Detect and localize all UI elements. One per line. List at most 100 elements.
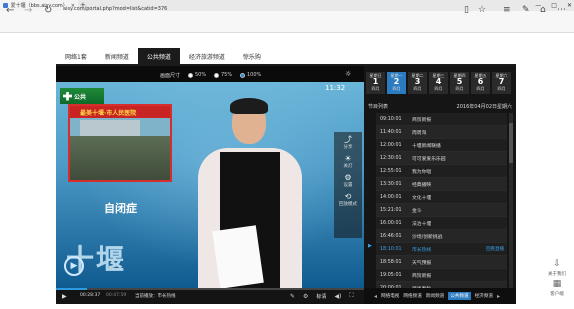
play-overlay-icon[interactable]: ▶ [64,256,84,276]
settings-label: 设置 [343,183,353,188]
program-row[interactable]: 12:30:01 可可爱爱乐乐园 [376,152,507,165]
size-option-100[interactable]: 100% [240,72,261,78]
program-row[interactable]: 12:55:01 我为你唱 [376,165,507,178]
size-100-label: 100% [247,72,262,78]
size-option-75[interactable]: 75% [214,72,232,78]
day-tab[interactable]: 星期三 4 四月 [429,72,448,94]
share-browser-icon[interactable]: ⌂ [540,5,546,15]
program-title: 商贸新报 [412,273,432,279]
program-row[interactable]: 19:05:01 商贸新报 [376,269,507,282]
program-row[interactable]: 18:58:01 天气预报 [376,256,507,269]
back-arrow-icon[interactable]: ← [6,5,14,16]
program-row[interactable]: 15:21:01 金斗 [376,204,507,217]
day-tab[interactable]: 星期五 6 四月 [471,72,490,94]
channel-tab[interactable]: 经济频道 [475,293,493,299]
program-title: 文化十堰 [412,195,432,201]
anchor-paper [212,225,264,289]
channel-tab[interactable]: 新闻频道 [426,293,444,299]
nav-item-economy-travel[interactable]: 经济旅游频道 [180,48,234,65]
program-time: 11:40:01 [380,129,402,135]
program-title: 十堰新闻联播 [412,143,441,149]
size-option-50[interactable]: 50% [188,72,206,78]
crowd [70,136,170,180]
day-tab[interactable]: 星期一 2 四月 [387,72,406,94]
prev-arrow-icon[interactable]: ◂ [374,293,377,300]
play-icon[interactable]: ▶ [62,293,67,300]
program-time: 18:10:01 [380,246,402,252]
refresh-icon[interactable]: ↻ [44,5,52,16]
day-sub: 四月 [455,86,464,91]
settings-small-icon[interactable]: ⚙ [303,293,308,300]
radio-75[interactable] [214,72,219,78]
nav-item-net1[interactable]: 网络1套 [56,48,96,65]
light-tool[interactable]: ☀ 关灯 [344,154,353,169]
time-total: 00:47:59 [106,293,127,298]
share-tool[interactable]: ⤴ 分享 [344,135,353,150]
pen-icon[interactable]: ✎ [290,293,295,300]
program-list-title: 节目列表 [368,104,389,110]
program-list-scrollbar[interactable] [509,113,513,289]
float-label-1[interactable]: 关于我们 [548,271,566,277]
forward-arrow-icon[interactable]: → [24,5,32,16]
radio-50[interactable] [188,72,193,78]
program-row[interactable]: 16:00:01 法治十堰 [376,217,507,230]
day-tabs: 星期日 1 四月 星期一 2 四月 星期二 3 四月 星期三 4 四月 星期四 5 四月 星期五 6 四… [366,72,511,94]
program-row[interactable]: 18:10:01 市长热线 回看直播 [376,243,507,256]
progress-bar[interactable] [56,288,364,290]
program-list: 09:10:01 商贸新报 11:40:01 周周淘 12:00:01 十堰新闻联播 12:… [376,113,507,295]
lightbulb-icon[interactable]: ☼ [345,70,351,78]
program-row[interactable]: 14:00:01 文化十堰 [376,191,507,204]
program-time: 13:30:01 [380,181,402,187]
day-tab[interactable]: 星期四 5 四月 [450,72,469,94]
fullscreen-icon[interactable]: ⛶ [349,292,353,300]
float-label-2[interactable]: 客户端 [550,291,564,297]
reading-view-icon[interactable]: ▯ [464,5,469,15]
quality-button[interactable]: 标清 [316,293,326,300]
floating-sidebar: ⇩ 关于我们 ▦ 客户端 [544,259,570,297]
scroll-thumb[interactable] [509,123,513,163]
share-icon: ⤴ [344,135,352,144]
next-arrow-icon[interactable]: ▸ [497,293,500,300]
size-50-label: 50% [195,72,207,78]
channel-tab[interactable]: 网络电视 [381,293,399,299]
program-row[interactable]: 09:10:01 商贸新报 [376,113,507,126]
radio-100[interactable] [240,72,245,78]
channel-tab[interactable]: 公共频道 [448,292,471,300]
video-clock: 11:32 [325,84,346,92]
volume-icon[interactable]: ◀) [334,293,341,300]
program-title: 经典播映 [412,182,432,188]
channel-tab[interactable]: 网络频道 [403,293,421,299]
nav-item-public[interactable]: 公共频道 [137,48,180,65]
download-icon[interactable]: ⇩ [553,259,561,269]
program-list-header: 节目列表 2016年04月02日星期六 [366,103,514,112]
program-row[interactable]: 12:00:01 十堰新闻联播 [376,139,507,152]
day-tab[interactable]: 星期二 3 四月 [408,72,427,94]
program-row[interactable]: 11:40:01 周周淘 [376,126,507,139]
close-window-button[interactable]: ✕ [567,2,572,9]
program-time: 14:00:01 [380,194,402,200]
nav-item-news[interactable]: 新闻频道 [96,48,138,65]
settings-tool[interactable]: ⚙ 设置 [344,173,353,188]
program-title: 法治十堰 [412,221,432,227]
client-icon[interactable]: ▦ [553,279,562,289]
live-arrow-icon: ▶ [368,243,372,249]
share-label: 分享 [343,145,353,150]
program-row[interactable]: 16:46:01 沙场/创新挑战 [376,230,507,243]
program-row[interactable]: 13:30:01 经典播映 [376,178,507,191]
nav-item-shopping[interactable]: 惊乐购 [234,48,270,65]
day-tab[interactable]: 星期六 7 四月 [492,72,511,94]
program-tag[interactable]: 回看直播 [486,246,504,252]
inset-banner: 最美十堰·市人民医院 [70,106,170,118]
favorite-star-icon[interactable]: ☆ [478,5,486,15]
program-title: 市长热线 [412,247,432,253]
replay-tool[interactable]: ⟲ 回放模式 [339,192,357,207]
url-field[interactable]: aisy.com/portal.php?mod=list&catid=376 [63,6,167,12]
hub-icon[interactable]: ≡ [503,5,511,15]
more-icon[interactable]: ⋯ [557,5,566,15]
day-tab[interactable]: 星期日 1 四月 [366,72,385,94]
day-num: 1 [372,77,379,86]
program-title: 我为你唱 [412,169,432,175]
notes-icon[interactable]: ✎ [522,5,530,15]
now-playing: 当前播放：市长热线 [135,294,176,299]
size-label: 画面尺寸 [160,73,181,79]
